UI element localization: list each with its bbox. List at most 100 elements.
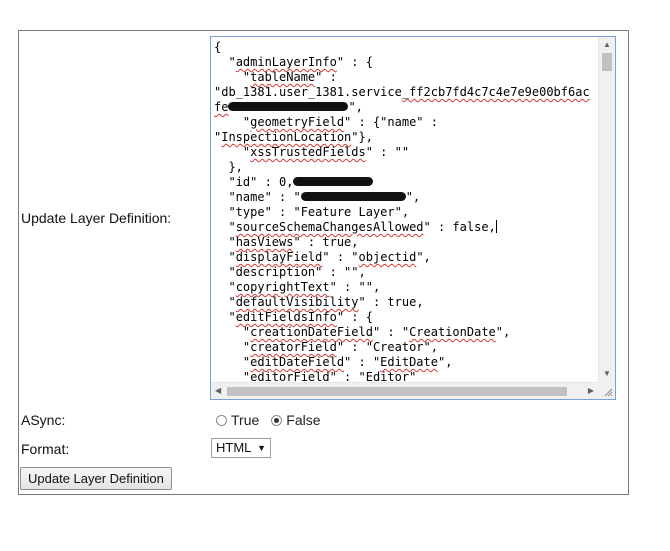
code-text: " : {	[336, 310, 373, 324]
async-false-radio[interactable]	[271, 414, 283, 426]
spellcheck-flagged-text: displayField	[235, 250, 323, 264]
code-text: "	[214, 295, 236, 309]
spellcheck-flagged-text: creationDateField	[250, 325, 373, 339]
code-text: "	[214, 340, 251, 354]
code-text: " : {	[336, 55, 373, 69]
scroll-right-arrow-icon[interactable]: ▶	[588, 387, 594, 395]
code-line: "xssTrustedFields" : ""	[214, 145, 599, 160]
code-text: ",	[405, 190, 421, 204]
code-line: "tableName" :	[214, 70, 599, 85]
code-text: " : "	[322, 250, 359, 264]
code-text: ",	[416, 250, 431, 264]
code-text: "name" : "	[214, 190, 301, 204]
spellcheck-flagged-text: defaultVisibility	[235, 295, 359, 309]
spellcheck-flagged-text: editFieldsInfo	[235, 310, 337, 324]
redaction-mark	[228, 102, 349, 111]
spellcheck-flagged-text: EditDate	[380, 355, 438, 369]
code-text: "},	[351, 130, 373, 144]
scroll-left-arrow-icon[interactable]: ◀	[215, 387, 221, 395]
code-text: "	[214, 310, 236, 324]
code-text: "db_1381.user_1381.service	[214, 85, 402, 99]
resize-handle-icon[interactable]	[598, 382, 615, 399]
spellcheck-flagged-text: creatorField	[250, 340, 337, 354]
code-text: "	[214, 250, 236, 264]
format-selected-value: HTML	[216, 440, 252, 455]
horizontal-scrollbar[interactable]: ◀ ▶	[211, 382, 598, 399]
code-text: " : true,	[358, 295, 424, 309]
code-text: " : {"name" :	[344, 115, 438, 129]
code-line: {	[214, 40, 599, 55]
format-select[interactable]: HTML ▼	[211, 438, 271, 458]
code-line: fe ",	[214, 100, 599, 115]
code-line: "hasViews" : true,	[214, 235, 599, 250]
spellcheck-flagged-text: CreationDate	[409, 325, 496, 339]
code-text: "	[214, 55, 236, 69]
code-line: "sourceSchemaChangesAllowed" : false,	[214, 220, 599, 235]
scroll-down-arrow-icon[interactable]: ▼	[603, 370, 611, 378]
layer-definition-textarea[interactable]: { "adminLayerInfo" : { "tableName" : "db_…	[210, 36, 616, 400]
async-false-label[interactable]: False	[286, 412, 320, 428]
code-line: "id" : 0,	[214, 175, 599, 190]
spellcheck-flagged-text: sourceSchemaChangesAllowed	[235, 220, 424, 234]
code-text: "description" : "",	[214, 265, 366, 279]
vertical-scrollbar[interactable]: ▲ ▼	[598, 37, 615, 382]
code-text: " : "",	[329, 280, 381, 294]
async-radio-group: True False	[216, 412, 333, 428]
scroll-up-arrow-icon[interactable]: ▲	[603, 41, 611, 49]
code-text: ",	[437, 355, 453, 369]
spellcheck-flagged-text: hasViews	[235, 235, 294, 249]
horizontal-scroll-thumb[interactable]	[227, 387, 567, 396]
code-text: },	[214, 160, 243, 174]
definition-label: Update Layer Definition:	[21, 210, 172, 226]
code-line: "editFieldsInfo" : {	[214, 310, 599, 325]
code-text: " : "	[372, 325, 410, 339]
async-true-radio[interactable]	[216, 414, 227, 426]
code-text: ",	[495, 325, 511, 339]
code-text: " : true,	[293, 235, 359, 249]
async-label: ASync:	[21, 412, 66, 428]
redaction-mark	[300, 192, 406, 201]
code-line: },	[214, 160, 599, 175]
chevron-down-icon: ▼	[257, 443, 266, 453]
spellcheck-flagged-text: _ff2cb7fd4c7c4e7e9e00bf6ac	[401, 85, 590, 99]
code-text: "	[214, 220, 236, 234]
code-line: "db_1381.user_1381.service_ff2cb7fd4c7c4…	[214, 85, 599, 100]
spellcheck-flagged-text: objectid	[358, 250, 417, 264]
code-line: "type" : "Feature Layer",	[214, 205, 599, 220]
code-text: {	[214, 40, 222, 54]
text-caret	[495, 220, 497, 233]
code-line: "geometryField" : {"name" :	[214, 115, 599, 130]
code-text: " : "	[344, 355, 381, 369]
code-line: "defaultVisibility" : true,	[214, 295, 599, 310]
spellcheck-flagged-text: tableName	[250, 70, 316, 84]
code-line: "copyrightText" : "",	[214, 280, 599, 295]
code-text: "type" : "Feature Layer",	[214, 205, 410, 219]
code-text: "	[214, 355, 251, 369]
code-text: "id" : 0,	[214, 175, 294, 189]
code-line: "adminLayerInfo" : {	[214, 55, 599, 70]
code-text: "	[214, 235, 236, 249]
spellcheck-flagged-text: editDateField	[250, 355, 345, 369]
spellcheck-flagged-text: InspectionLocation	[221, 130, 352, 144]
code-text: ",	[348, 100, 363, 114]
async-true-label[interactable]: True	[231, 412, 259, 428]
code-text: "	[214, 145, 251, 159]
code-line: "description" : "",	[214, 265, 599, 280]
code-line: "editDateField" : "EditDate",	[214, 355, 599, 370]
code-text: " : ""	[365, 145, 410, 159]
code-text: " :	[315, 70, 337, 84]
code-line: "displayField" : "objectid",	[214, 250, 599, 265]
code-text: "	[214, 280, 236, 294]
spellcheck-flagged-text: copyrightText	[235, 280, 330, 294]
code-text: " : false,	[423, 220, 496, 234]
vertical-scroll-thumb[interactable]	[602, 53, 612, 71]
code-line: "creationDateField" : "CreationDate",	[214, 325, 599, 340]
json-content[interactable]: { "adminLayerInfo" : { "tableName" : "db_…	[214, 40, 599, 383]
code-text: "	[214, 115, 251, 129]
code-line: "creatorField" : "Creator",	[214, 340, 599, 355]
code-line: "InspectionLocation"},	[214, 130, 599, 145]
update-layer-definition-button[interactable]: Update Layer Definition	[20, 467, 172, 490]
code-text: "	[214, 325, 251, 339]
code-text: "	[214, 70, 251, 84]
spellcheck-flagged-text: fe	[214, 100, 229, 114]
